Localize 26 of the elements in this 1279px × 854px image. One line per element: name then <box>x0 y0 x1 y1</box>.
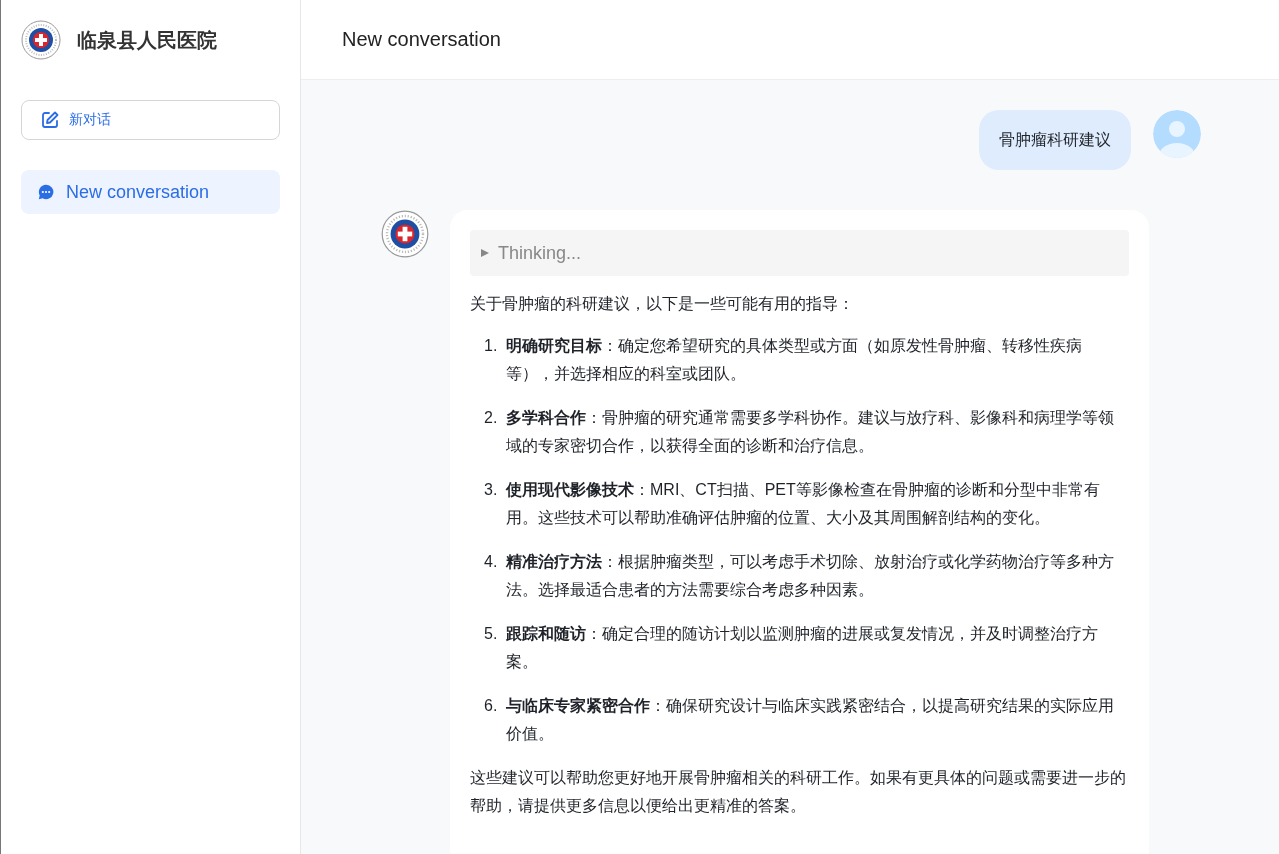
edit-icon <box>40 110 60 130</box>
hospital-name: 临泉县人民医院 <box>77 27 217 53</box>
list-number: 4. <box>484 552 499 572</box>
avatar-icon <box>1153 110 1201 158</box>
hospital-logo-icon <box>21 20 61 60</box>
triangle-icon <box>480 248 490 258</box>
list-item-text: 精准治疗方法：根据肿瘤类型，可以考虑手术切除、放射治疗或化学药物治疗等多种方法。选择最适合患者的方法需要综合考虑多种因素。 <box>506 552 1115 600</box>
user-message: 骨肿瘤科研建议 <box>979 110 1131 170</box>
list-item-text: 跟踪和随访：确定合理的随访计划以监测肿瘤的进展或复发情况，并及时调整治疗方案。 <box>506 624 1099 672</box>
list-item-text: 多学科合作：骨肿瘤的研究通常需要多学科协作。建议与放疗科、影像科和病理学等领域的专家密切合作，以获得全面的诊断和治疗信息。 <box>506 408 1115 456</box>
intro-text: 关于骨肿瘤的科研建议，以下是一些可能有用的指导： <box>470 294 855 314</box>
list-number: 5. <box>484 624 499 644</box>
list-number: 2. <box>484 408 499 428</box>
new-chat-button[interactable]: 新对话 <box>21 100 280 140</box>
closing-text: 这些建议可以帮助您更好地开展骨肿瘤相关的科研工作。如果有更具体的问题或需要进一步的帮助，请提供更多信息以便给出更精准的答案。 <box>470 768 1127 816</box>
thinking-toggle[interactable]: Thinking... <box>470 230 1129 276</box>
chat-bubble-icon <box>37 183 55 201</box>
list-item-text: 明确研究目标：确定您希望研究的具体类型或方面（如原发性骨肿瘤、转移性疾病等），并选择相应的科室或团队。 <box>506 336 1083 384</box>
conversation-title: New conversation <box>342 28 501 51</box>
conversation-item[interactable]: New conversation <box>21 170 280 214</box>
list-number: 6. <box>484 696 499 716</box>
list-item-text: 与临床专家紧密合作：确保研究设计与临床实践紧密结合，以提高研究结果的实际应用价值。 <box>506 696 1115 744</box>
list-number: 3. <box>484 480 499 500</box>
list-number: 1. <box>484 336 499 356</box>
list-item-text: 使用现代影像技术：MRI、CT扫描、PET等影像检查在骨肿瘤的诊断和分型中非常有用。这些技术可以帮助准确评估肿瘤的位置、大小及其周围解剖结构的变化。 <box>506 480 1101 528</box>
hospital-logo-icon <box>381 210 429 258</box>
